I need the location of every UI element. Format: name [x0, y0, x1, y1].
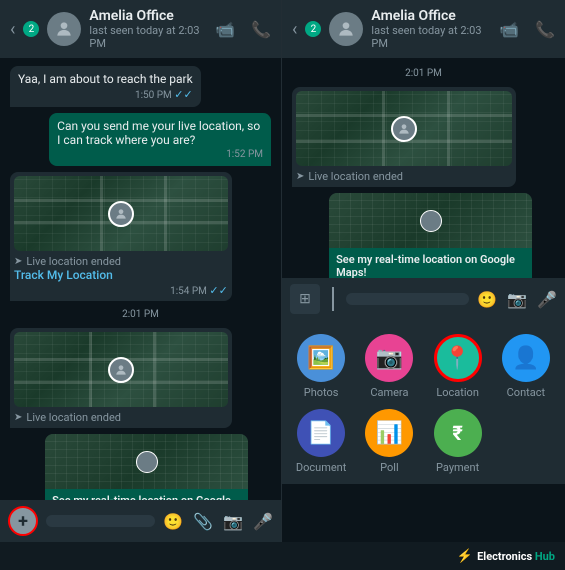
left-input-bar: + 🙂 📎 📷 🎤	[0, 500, 281, 542]
left-contact-status: last seen today at 2:03 PM	[89, 24, 207, 50]
right-gmaps-title: See my real-time location on Google Maps…	[336, 253, 525, 278]
video-call-icon[interactable]: 📹	[215, 20, 235, 39]
right-navigation-icon: ➤	[296, 171, 304, 182]
gmaps-share-message: See my real-time location on Google Maps…	[45, 434, 248, 500]
clip-icon[interactable]: 📎	[193, 512, 213, 531]
map-thumbnail-1	[14, 176, 228, 251]
left-bar-icons: 🙂 📎 📷 🎤	[163, 512, 273, 531]
electronics-hub-icon: ⚡	[457, 549, 473, 564]
msg-text: Yaa, I am about to reach the park	[18, 72, 193, 86]
photos-label: Photos	[304, 386, 339, 399]
divider	[332, 287, 334, 311]
attach-contact[interactable]: 👤 Contact	[497, 334, 555, 399]
message-5-container: See my real-time location on Google Maps…	[45, 434, 271, 500]
left-avatar	[47, 12, 81, 46]
map-location-avatar-2	[108, 357, 134, 383]
photos-icon: 🖼️	[297, 334, 345, 382]
right-message-input[interactable]	[346, 293, 469, 305]
time-divider: 2:01 PM	[10, 309, 271, 320]
right-notification-badge: 2	[305, 21, 321, 37]
left-chat-header: ‹ 2 Amelia Office last seen today at 2:0…	[0, 0, 281, 58]
right-header-info: Amelia Office last seen today at 2:03 PM	[371, 8, 491, 50]
payment-label: Payment	[436, 461, 479, 474]
right-video-call-icon[interactable]: 📹	[499, 20, 519, 39]
mic-icon[interactable]: 🎤	[253, 512, 273, 531]
poll-icon: 📊	[365, 409, 413, 457]
gmaps-share-body: See my real-time location on Google Maps…	[45, 489, 248, 500]
left-chat-area: Yaa, I am about to reach the park 1:50 P…	[0, 58, 281, 500]
attach-poll[interactable]: 📊 Poll	[360, 409, 418, 474]
attach-camera[interactable]: 📷 Camera	[360, 334, 418, 399]
navigation-icon-2: ➤	[14, 412, 22, 423]
right-header-icons: 📹 📞	[499, 20, 555, 39]
message-1: Yaa, I am about to reach the park 1:50 P…	[10, 66, 201, 107]
right-message-2-container: See my real-time location on Google Maps…	[329, 193, 555, 278]
right-attachment-icon[interactable]: ⊞	[290, 284, 320, 314]
right-live-location-status: ➤ Live location ended	[296, 170, 512, 183]
right-bar-icons: 🙂 📷 🎤	[477, 290, 557, 309]
contact-label: Contact	[507, 386, 545, 399]
map-thumbnail-2	[14, 332, 228, 407]
left-plus-button[interactable]: +	[8, 506, 38, 536]
electronics-hub-label: Electronics Hub	[477, 550, 555, 563]
right-chat-panel: ‹ 2 Amelia Office last seen today at 2:0…	[282, 0, 565, 542]
contact-icon: 👤	[502, 334, 550, 382]
camera-label: Camera	[370, 386, 408, 399]
right-chat-area: 2:01 PM ➤ Live location ended	[282, 58, 565, 278]
left-notification-badge: 2	[23, 21, 39, 37]
navigation-icon: ➤	[14, 256, 22, 267]
voice-call-icon[interactable]: 📞	[251, 20, 271, 39]
camera-icon[interactable]: 📷	[223, 512, 243, 531]
attach-document[interactable]: 📄 Document	[292, 409, 350, 474]
right-emoji-icon[interactable]: 🙂	[477, 290, 497, 309]
msg-text: Can you send me your live location, so I…	[57, 119, 260, 147]
right-voice-call-icon[interactable]: 📞	[535, 20, 555, 39]
document-label: Document	[296, 461, 346, 474]
right-message-1: ➤ Live location ended	[292, 87, 516, 187]
message-4: ➤ Live location ended	[10, 328, 232, 428]
payment-icon: ₹	[434, 409, 482, 457]
left-contact-name: Amelia Office	[89, 8, 207, 24]
right-avatar	[329, 12, 363, 46]
right-gmaps-body: See my real-time location on Google Maps…	[329, 248, 532, 278]
right-map-avatar	[391, 116, 417, 142]
attachment-menu: 🖼️ Photos 📷 Camera 📍 Location 👤 Contact …	[282, 320, 565, 484]
left-back-button[interactable]: ‹	[10, 19, 15, 40]
emoji-icon[interactable]: 🙂	[163, 512, 183, 531]
left-chat-panel: ‹ 2 Amelia Office last seen today at 2:0…	[0, 0, 282, 542]
watermark-bar: ⚡ Electronics Hub	[0, 542, 565, 570]
attach-photos[interactable]: 🖼️ Photos	[292, 334, 350, 399]
left-header-icons: 📹 📞	[215, 20, 271, 39]
live-location-status-2: ➤ Live location ended	[14, 411, 228, 424]
right-chat-header: ‹ 2 Amelia Office last seen today at 2:0…	[282, 0, 565, 58]
poll-label: Poll	[380, 461, 399, 474]
message-3: ➤ Live location ended Track My Location …	[10, 172, 232, 301]
message-2: Can you send me your live location, so I…	[49, 113, 271, 166]
right-contact-name: Amelia Office	[371, 8, 491, 24]
msg-time-1: 1:50 PM ✓✓	[18, 88, 193, 101]
attach-location[interactable]: 📍 Location	[429, 334, 487, 399]
map-location-avatar	[108, 201, 134, 227]
right-time-divider: 2:01 PM	[292, 68, 555, 79]
track-location-label[interactable]: Track My Location	[14, 268, 228, 282]
right-mic-icon[interactable]: 🎤	[537, 290, 557, 309]
document-icon: 📄	[297, 409, 345, 457]
right-camera-icon[interactable]: 📷	[507, 290, 527, 309]
gmaps-share-map	[45, 434, 248, 489]
left-message-input[interactable]	[46, 515, 155, 527]
camera-menu-icon: 📷	[365, 334, 413, 382]
right-gmaps-share: See my real-time location on Google Maps…	[329, 193, 532, 278]
location-label: Location	[436, 386, 479, 399]
msg-time-2: 1:52 PM	[57, 149, 263, 160]
right-gmaps-map	[329, 193, 532, 248]
right-input-bar: ⊞ 🙂 📷 🎤	[282, 278, 565, 320]
msg-time-3: 1:54 PM ✓✓	[14, 284, 228, 297]
left-header-info: Amelia Office last seen today at 2:03 PM	[89, 8, 207, 50]
location-icon: 📍	[434, 334, 482, 382]
live-location-status-1: ➤ Live location ended	[14, 255, 228, 268]
right-map-thumbnail	[296, 91, 512, 166]
right-contact-status: last seen today at 2:03 PM	[371, 24, 491, 50]
attach-payment[interactable]: ₹ Payment	[429, 409, 487, 474]
right-back-button[interactable]: ‹	[292, 19, 297, 40]
